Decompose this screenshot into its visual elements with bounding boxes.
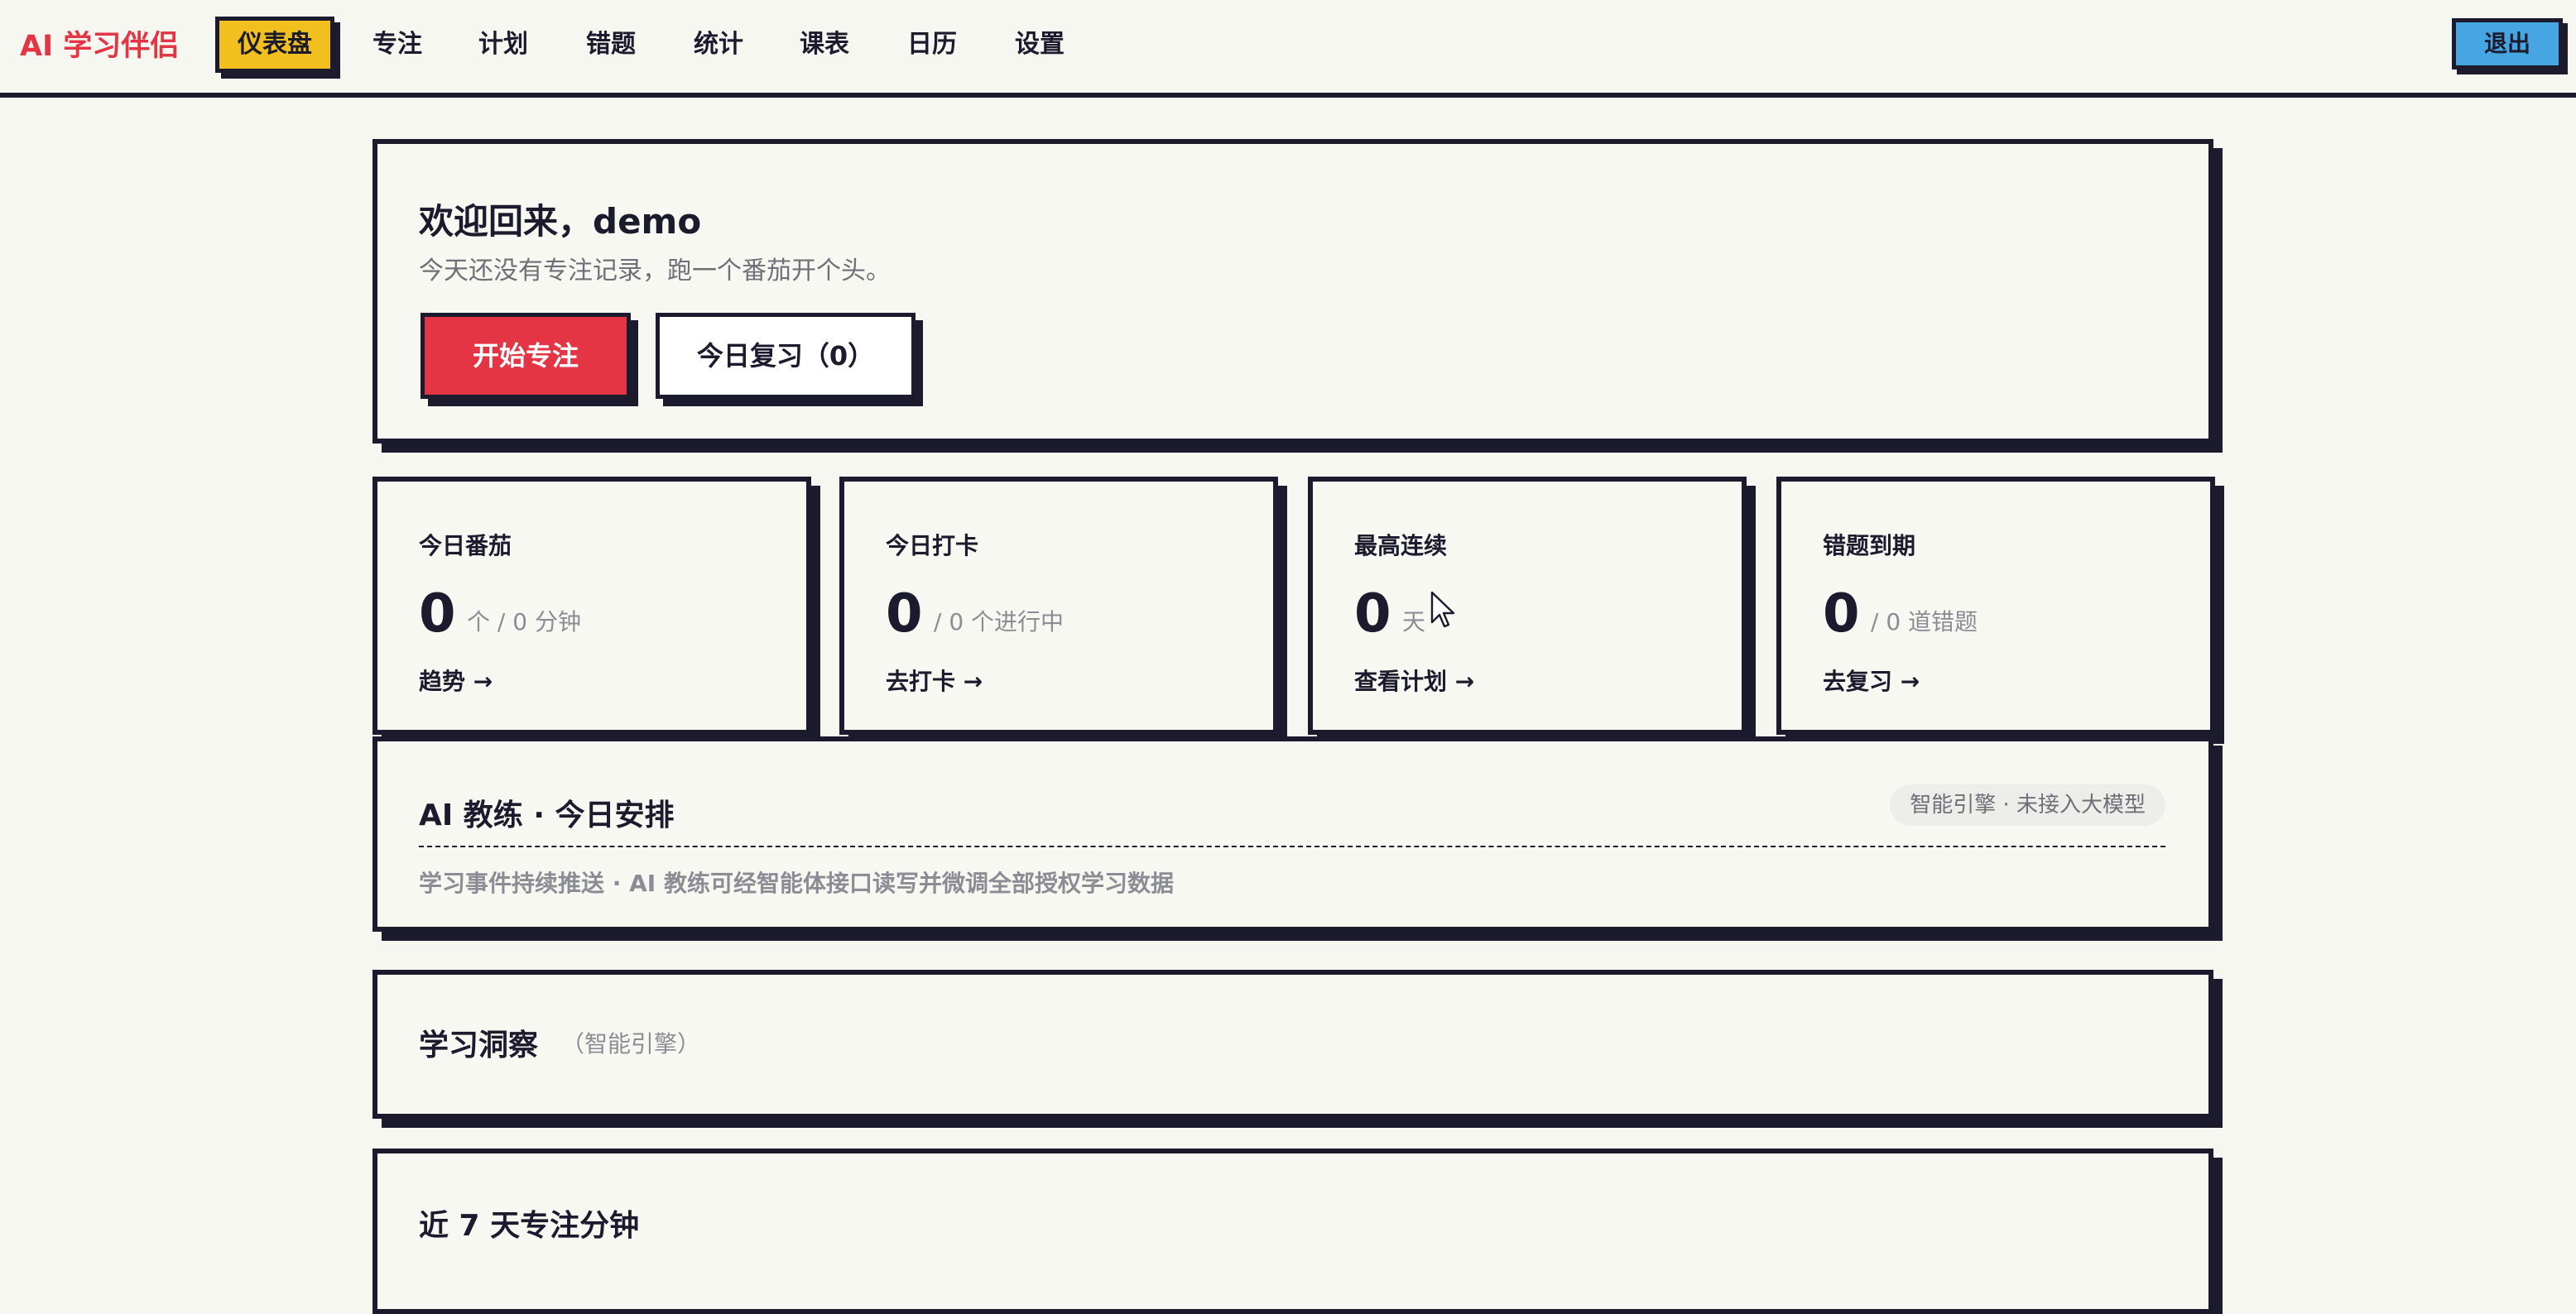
go-review-link[interactable]: 去复习 → xyxy=(1823,664,1920,697)
app-brand-logo[interactable]: AI 学习伴侣 xyxy=(20,25,179,68)
welcome-subtitle: 今天还没有专注记录，跑一个番茄开个头。 xyxy=(419,257,891,285)
today-review-button[interactable]: 今日复习（0） xyxy=(656,313,916,399)
stat-label: 错题到期 xyxy=(1823,532,1916,559)
ai-coach-title: AI 教练 · 今日安排 xyxy=(419,798,675,832)
stat-card-checkin: 今日打卡 0 / 0 个进行中 去打卡 → xyxy=(839,477,1278,735)
stat-unit: 个 / 0 分钟 xyxy=(467,608,581,635)
learning-insight-panel: 学习洞察 （智能引擎） xyxy=(372,970,2213,1119)
stat-label: 最高连续 xyxy=(1354,532,1448,559)
stat-value: 0 xyxy=(1823,583,1860,645)
mouse-cursor-icon xyxy=(1430,591,1455,628)
stat-unit: / 0 个进行中 xyxy=(934,608,1065,635)
stat-unit: 天 xyxy=(1402,608,1426,635)
stat-label: 今日番茄 xyxy=(419,532,512,559)
go-checkin-link[interactable]: 去打卡 → xyxy=(886,664,983,697)
welcome-title: 欢迎回来，demo xyxy=(419,201,702,242)
nav-item-dashboard[interactable]: 仪表盘 xyxy=(215,17,334,73)
weekly-focus-title: 近 7 天专注分钟 xyxy=(419,1209,640,1243)
nav-item-calendar[interactable]: 日历 xyxy=(907,17,957,73)
nav-item-focus[interactable]: 专注 xyxy=(372,17,422,73)
stat-card-mistakes-due: 错题到期 0 / 0 道错题 去复习 → xyxy=(1776,477,2215,735)
insight-title: 学习洞察 xyxy=(419,1029,539,1062)
engine-status-badge: 智能引擎 · 未接入大模型 xyxy=(1890,784,2165,826)
stat-value: 0 xyxy=(419,583,456,645)
stat-label: 今日打卡 xyxy=(886,532,979,559)
stat-unit: / 0 道错题 xyxy=(1871,608,1978,635)
nav-item-mistakes[interactable]: 错题 xyxy=(586,17,636,73)
start-focus-button[interactable]: 开始专注 xyxy=(421,313,631,399)
view-plan-link[interactable]: 查看计划 → xyxy=(1354,664,1474,697)
stat-value: 0 xyxy=(1354,583,1391,645)
ai-coach-description: 学习事件持续推送 · AI 教练可经智能体接口读写并微调全部授权学习数据 xyxy=(419,870,1174,897)
nav-item-settings[interactable]: 设置 xyxy=(1015,17,1065,73)
trend-link[interactable]: 趋势 → xyxy=(419,664,493,697)
ai-coach-panel: AI 教练 · 今日安排 智能引擎 · 未接入大模型 学习事件持续推送 · AI… xyxy=(372,736,2213,932)
stat-card-pomodoro: 今日番茄 0 个 / 0 分钟 趋势 → xyxy=(372,477,811,735)
stat-value: 0 xyxy=(886,583,923,645)
nav-item-timetable[interactable]: 课表 xyxy=(800,17,849,73)
logout-button[interactable]: 退出 xyxy=(2452,18,2563,70)
nav-item-plan[interactable]: 计划 xyxy=(478,17,528,73)
top-navigation-bar: AI 学习伴侣 仪表盘 专注 计划 错题 统计 课表 日历 设置 退出 xyxy=(0,0,2576,98)
stat-card-streak: 最高连续 0 天 查看计划 → xyxy=(1308,477,1747,735)
nav-item-statistics[interactable]: 统计 xyxy=(694,17,743,73)
welcome-panel: 欢迎回来，demo 今天还没有专注记录，跑一个番茄开个头。 开始专注 今日复习（… xyxy=(372,139,2213,444)
dashed-divider xyxy=(419,846,2165,847)
insight-engine-tag: （智能引擎） xyxy=(561,1030,701,1057)
weekly-focus-panel: 近 7 天专注分钟 xyxy=(372,1149,2213,1314)
